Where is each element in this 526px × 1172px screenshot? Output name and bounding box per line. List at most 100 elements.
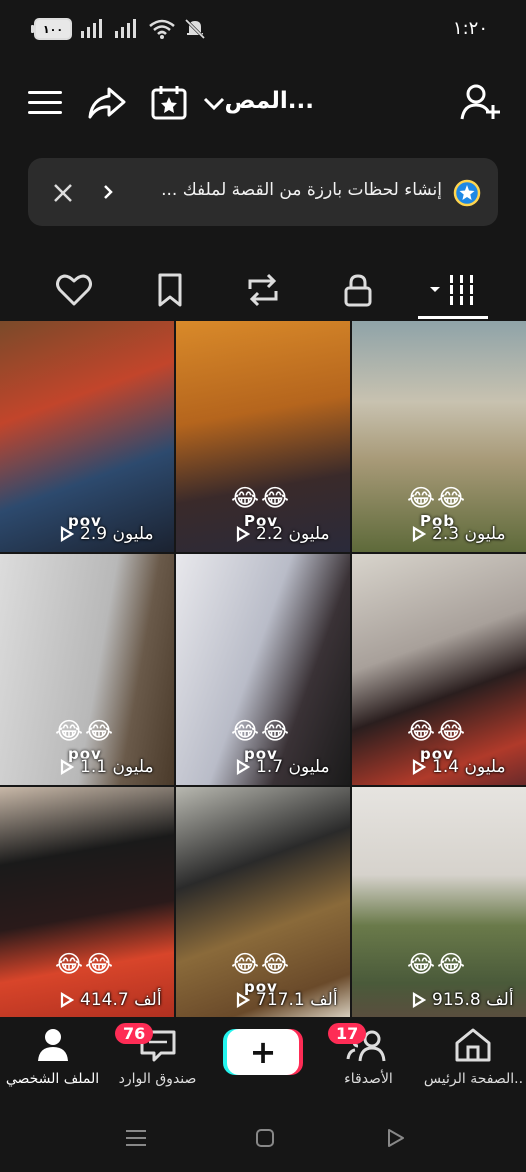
nav-label: الملف الشخصي — [5, 1071, 100, 1087]
share-button[interactable] — [86, 82, 128, 124]
close-icon — [54, 184, 72, 202]
video-thumbnail[interactable]: pov 2.9 مليون — [0, 321, 174, 552]
star-badge-icon — [453, 179, 481, 207]
bookmark-icon — [158, 273, 182, 307]
emoji-overlay: 😂😂 — [55, 717, 116, 745]
clock: ١:٢٠ — [452, 18, 488, 39]
play-icon — [60, 992, 74, 1008]
plus-icon: + — [249, 1033, 277, 1071]
mute-bell-icon — [184, 18, 206, 40]
play-icon — [412, 526, 426, 542]
calendar-star-icon — [151, 86, 187, 120]
play-icon — [60, 526, 74, 542]
profile-name[interactable]: المص... — [224, 88, 314, 114]
tab-reposts[interactable] — [242, 270, 284, 310]
play-icon — [412, 992, 426, 1008]
video-thumbnail[interactable]: 😂😂 pov 1.1 مليون — [0, 554, 174, 785]
system-nav-bar — [0, 1105, 526, 1172]
emoji-overlay: 😂😂 — [407, 950, 468, 978]
lock-icon — [344, 274, 372, 307]
add-user-icon — [460, 84, 500, 120]
tab-private[interactable] — [338, 270, 378, 310]
banner-arrow — [100, 182, 116, 202]
view-count-text: 1.4 مليون — [432, 757, 506, 777]
play-icon — [60, 759, 74, 775]
story-highlights-banner[interactable]: إنشاء لحظات بارزة من القصة لملفك ... — [28, 158, 498, 226]
tab-videos[interactable] — [418, 270, 488, 310]
emoji-overlay: 😂😂 — [231, 717, 292, 745]
add-friend-button[interactable] — [458, 82, 504, 124]
view-count: 717.1 ألف — [236, 990, 338, 1010]
battery-level: ١٠٠ — [42, 22, 64, 36]
hamburger-icon — [28, 91, 62, 114]
chevron-right-icon — [104, 185, 113, 199]
close-banner-button[interactable] — [48, 178, 78, 208]
recents-icon — [126, 1130, 146, 1146]
video-thumbnail[interactable]: 😂😂 Pov 2.2 مليون — [176, 321, 350, 552]
play-icon — [412, 759, 426, 775]
view-count-text: 2.9 مليون — [80, 524, 154, 544]
view-count: 2.2 مليون — [236, 524, 330, 544]
video-thumbnail[interactable]: 😂😂 414.7 ألف — [0, 787, 174, 1018]
menu-button[interactable] — [26, 84, 64, 122]
video-thumbnail[interactable]: 😂😂 pov 1.7 مليون — [176, 554, 350, 785]
back-system-button[interactable] — [378, 1123, 412, 1153]
tab-favorites[interactable] — [150, 270, 190, 310]
view-count-text: 915.8 ألف — [432, 990, 514, 1010]
status-icons: ١٠٠ — [31, 18, 206, 40]
emoji-overlay: 😂😂 — [407, 717, 468, 745]
banner-text: إنشاء لحظات بارزة من القصة لملفك ... — [161, 180, 442, 200]
nav-label: صندوق الوارد — [118, 1071, 197, 1087]
view-count: 1.7 مليون — [236, 757, 330, 777]
highlight-badge — [452, 178, 482, 208]
view-count-text: 2.2 مليون — [256, 524, 330, 544]
repost-icon — [248, 273, 278, 307]
battery-icon: ١٠٠ — [31, 18, 72, 40]
video-thumbnail[interactable]: 😂😂 915.8 ألف — [352, 787, 526, 1018]
nav-profile[interactable]: الملف الشخصي — [0, 1017, 105, 1105]
view-count-text: 1.1 مليون — [80, 757, 154, 777]
emoji-overlay: 😂😂 — [231, 484, 292, 512]
recent-apps-button[interactable] — [118, 1123, 154, 1153]
heart-icon — [56, 274, 92, 306]
video-thumbnail[interactable]: 😂😂 pov 717.1 ألف — [176, 787, 350, 1018]
profile-header: المص... — [0, 70, 526, 134]
view-count-text: 1.7 مليون — [256, 757, 330, 777]
video-thumbnail[interactable]: 😂😂 pov 1.4 مليون — [352, 554, 526, 785]
home-system-button[interactable] — [248, 1123, 282, 1153]
tab-liked[interactable] — [54, 270, 94, 310]
bottom-nav: الملف الشخصي 76 صندوق الوارد + 17 الأصدق… — [0, 1017, 526, 1105]
emoji-overlay: 😂😂 — [55, 950, 116, 978]
emoji-overlay: 😂😂 — [231, 950, 292, 978]
view-count-text: 717.1 ألف — [256, 990, 338, 1010]
view-count: 414.7 ألف — [60, 990, 162, 1010]
view-count: 1.1 مليون — [60, 757, 154, 777]
view-count: 915.8 ألف — [412, 990, 514, 1010]
grid-icon — [430, 275, 475, 305]
home-square-icon — [256, 1129, 274, 1147]
status-bar: ١٠٠ ١:٢٠ — [0, 0, 526, 60]
nav-label: الأصدقاء — [344, 1071, 393, 1087]
nav-home[interactable]: الصفحة الرئيس.. — [421, 1017, 526, 1105]
back-triangle-icon — [388, 1129, 404, 1147]
video-grid: pov 2.9 مليون 😂😂 Pov 2.2 مليون 😂😂 Pob 2.… — [0, 321, 526, 1018]
view-count: 1.4 مليون — [412, 757, 506, 777]
nav-label: الصفحة الرئيس.. — [423, 1071, 524, 1087]
signal-icon — [81, 19, 102, 38]
nav-inbox[interactable]: 76 صندوق الوارد — [105, 1017, 210, 1105]
play-icon — [236, 759, 250, 775]
nav-friends[interactable]: 17 الأصدقاء — [316, 1017, 421, 1105]
chevron-down-icon — [203, 97, 225, 111]
video-thumbnail[interactable]: 😂😂 Pob 2.3 مليون — [352, 321, 526, 552]
calendar-button[interactable] — [148, 82, 190, 124]
create-button[interactable]: + — [227, 1029, 299, 1075]
play-icon — [236, 992, 250, 1008]
view-count-text: 2.3 مليون — [432, 524, 506, 544]
view-count: 2.9 مليون — [60, 524, 154, 544]
active-tab-indicator — [418, 316, 488, 319]
home-icon — [455, 1028, 491, 1062]
person-icon — [38, 1029, 68, 1061]
view-count: 2.3 مليون — [412, 524, 506, 544]
signal-icon-2 — [115, 19, 136, 38]
emoji-overlay: 😂😂 — [407, 484, 468, 512]
